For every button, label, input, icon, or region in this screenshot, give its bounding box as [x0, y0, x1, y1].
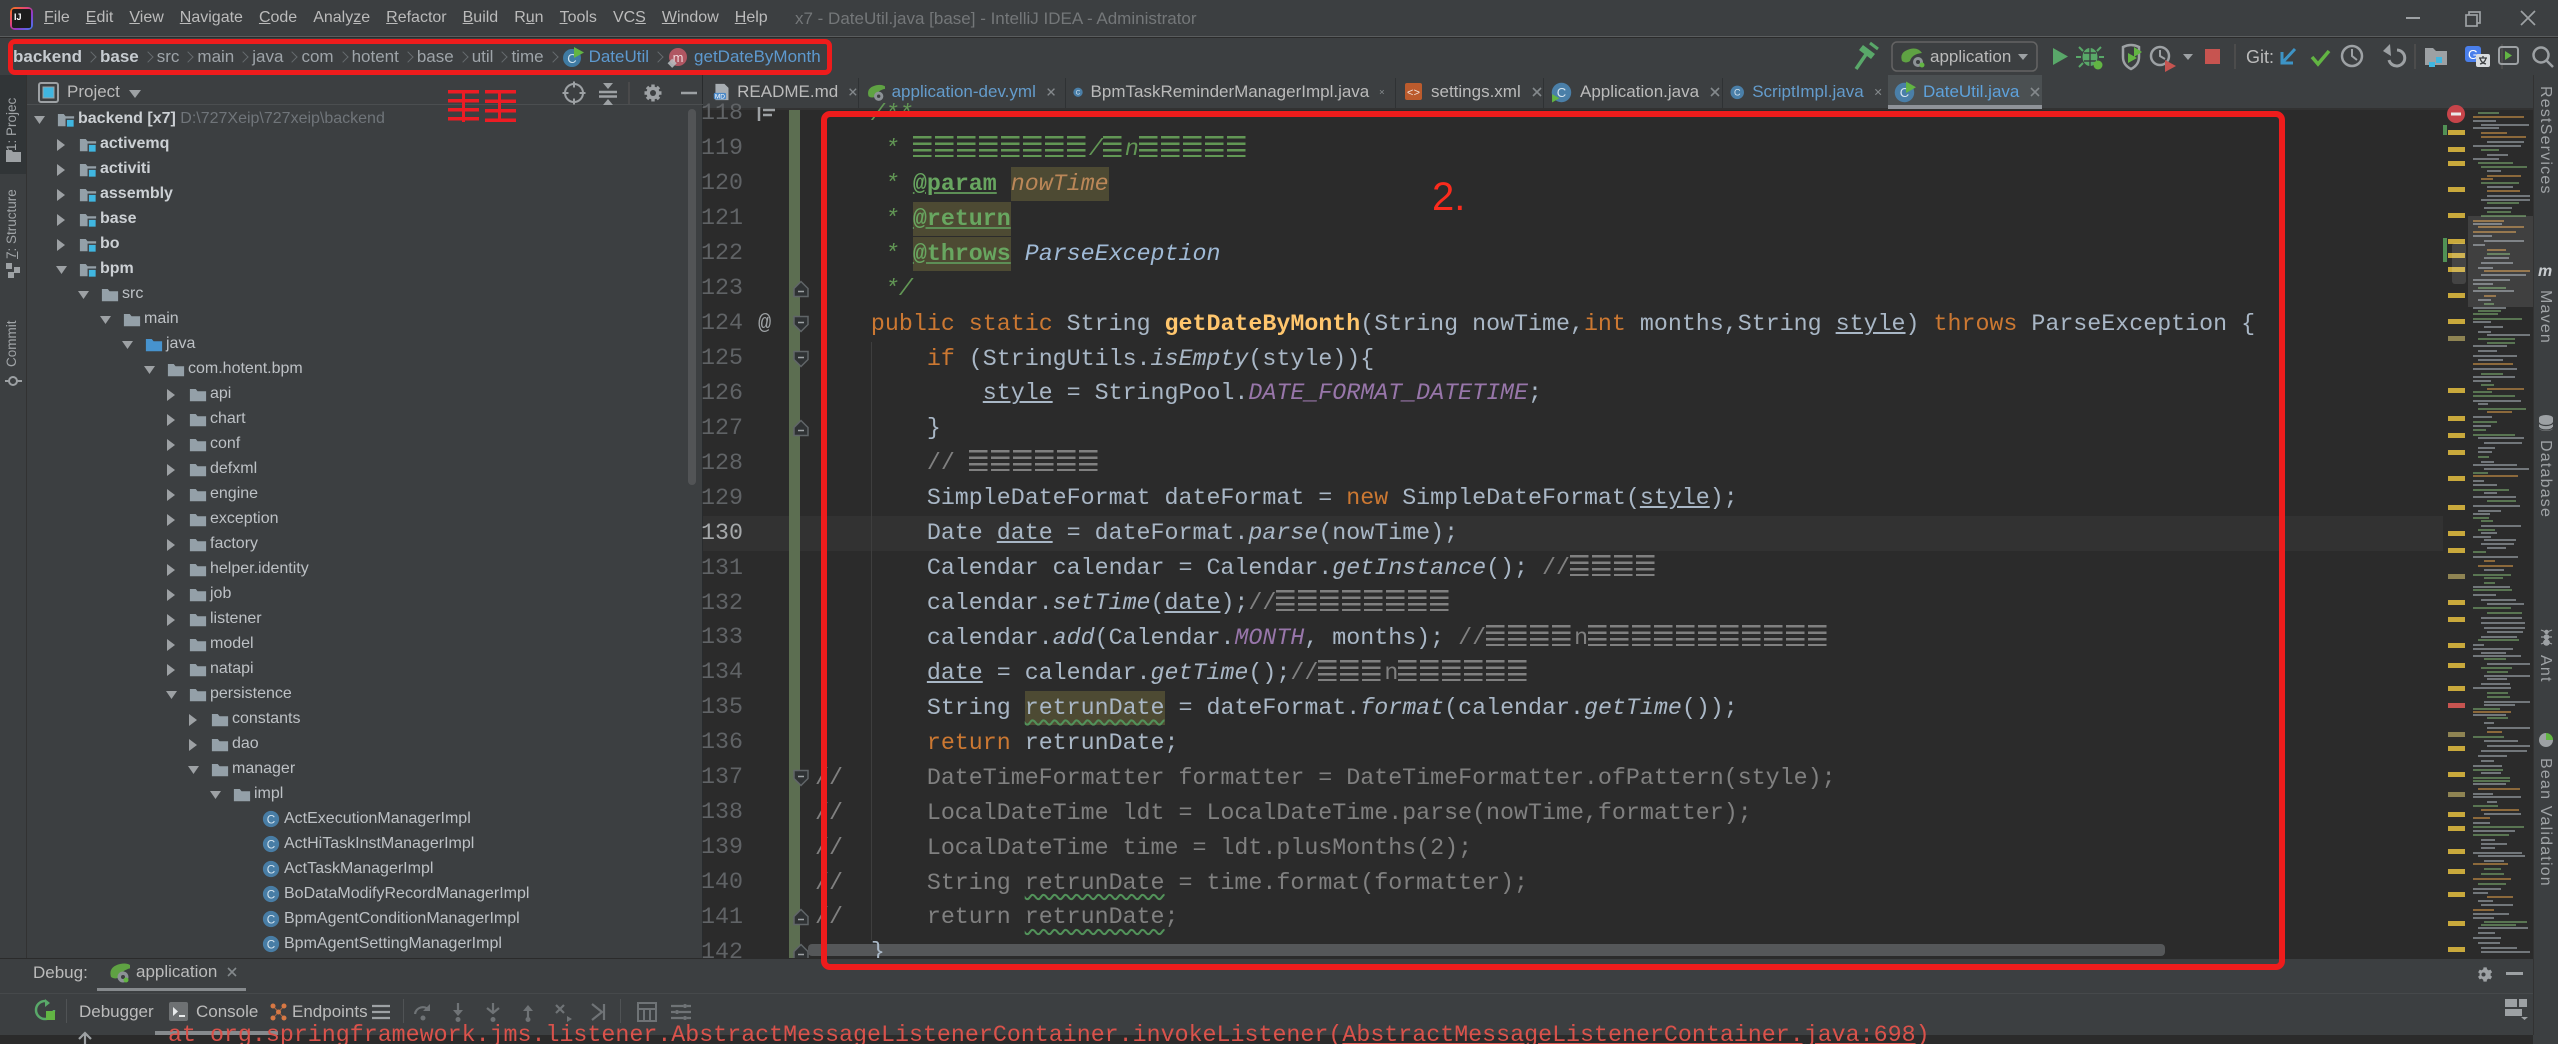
svg-text:C: C: [267, 839, 275, 852]
svg-text:MD: MD: [715, 93, 725, 100]
svg-text:C: C: [267, 889, 275, 902]
svg-text:C: C: [267, 864, 275, 877]
svg-text:C: C: [267, 814, 275, 827]
svg-text:<>: <>: [1407, 88, 1420, 100]
svg-text:C: C: [1734, 87, 1741, 97]
svg-text:application: application: [1930, 47, 2011, 66]
svg-text:Git:: Git:: [2246, 47, 2274, 67]
svg-text:C: C: [267, 914, 275, 927]
svg-text:C: C: [267, 939, 275, 952]
svg-text:C: C: [1076, 89, 1081, 96]
